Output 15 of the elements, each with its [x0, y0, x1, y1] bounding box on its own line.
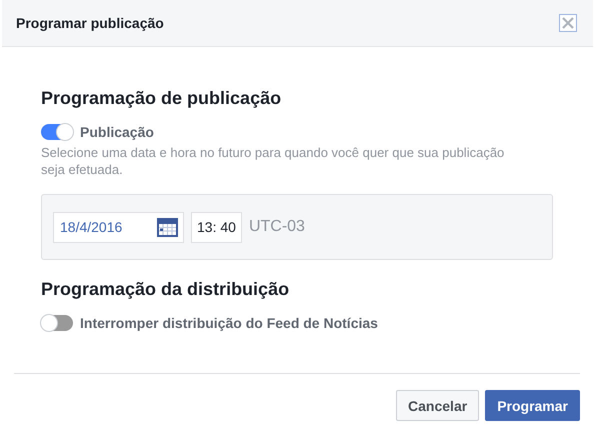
time-field[interactable]: 13: 40 — [191, 212, 242, 242]
description-text: Selecione uma data e hora no futuro para quando você quer que sua publicação seja efetuada. — [41, 144, 506, 178]
calendar-icon[interactable] — [157, 218, 178, 236]
section-heading: Programação de publicação — [41, 88, 282, 109]
timezone-label: UTC-03 — [248, 218, 305, 236]
toggle-switch[interactable] — [41, 124, 73, 140]
cancel-button[interactable]: Cancelar — [396, 390, 480, 421]
toggle-switch[interactable] — [41, 315, 73, 331]
date-field[interactable]: 18/4/2016 — [53, 212, 184, 242]
close-icon[interactable] — [559, 14, 577, 32]
schedule-button[interactable]: Programar — [485, 390, 580, 421]
dialog-title: Programar publicação — [16, 15, 164, 31]
section-heading: Programação da distribuição — [41, 279, 290, 300]
toggle-label: Publicação — [80, 124, 154, 140]
toggle-label: Interromper distribuição do Feed de Notícias — [80, 315, 378, 331]
